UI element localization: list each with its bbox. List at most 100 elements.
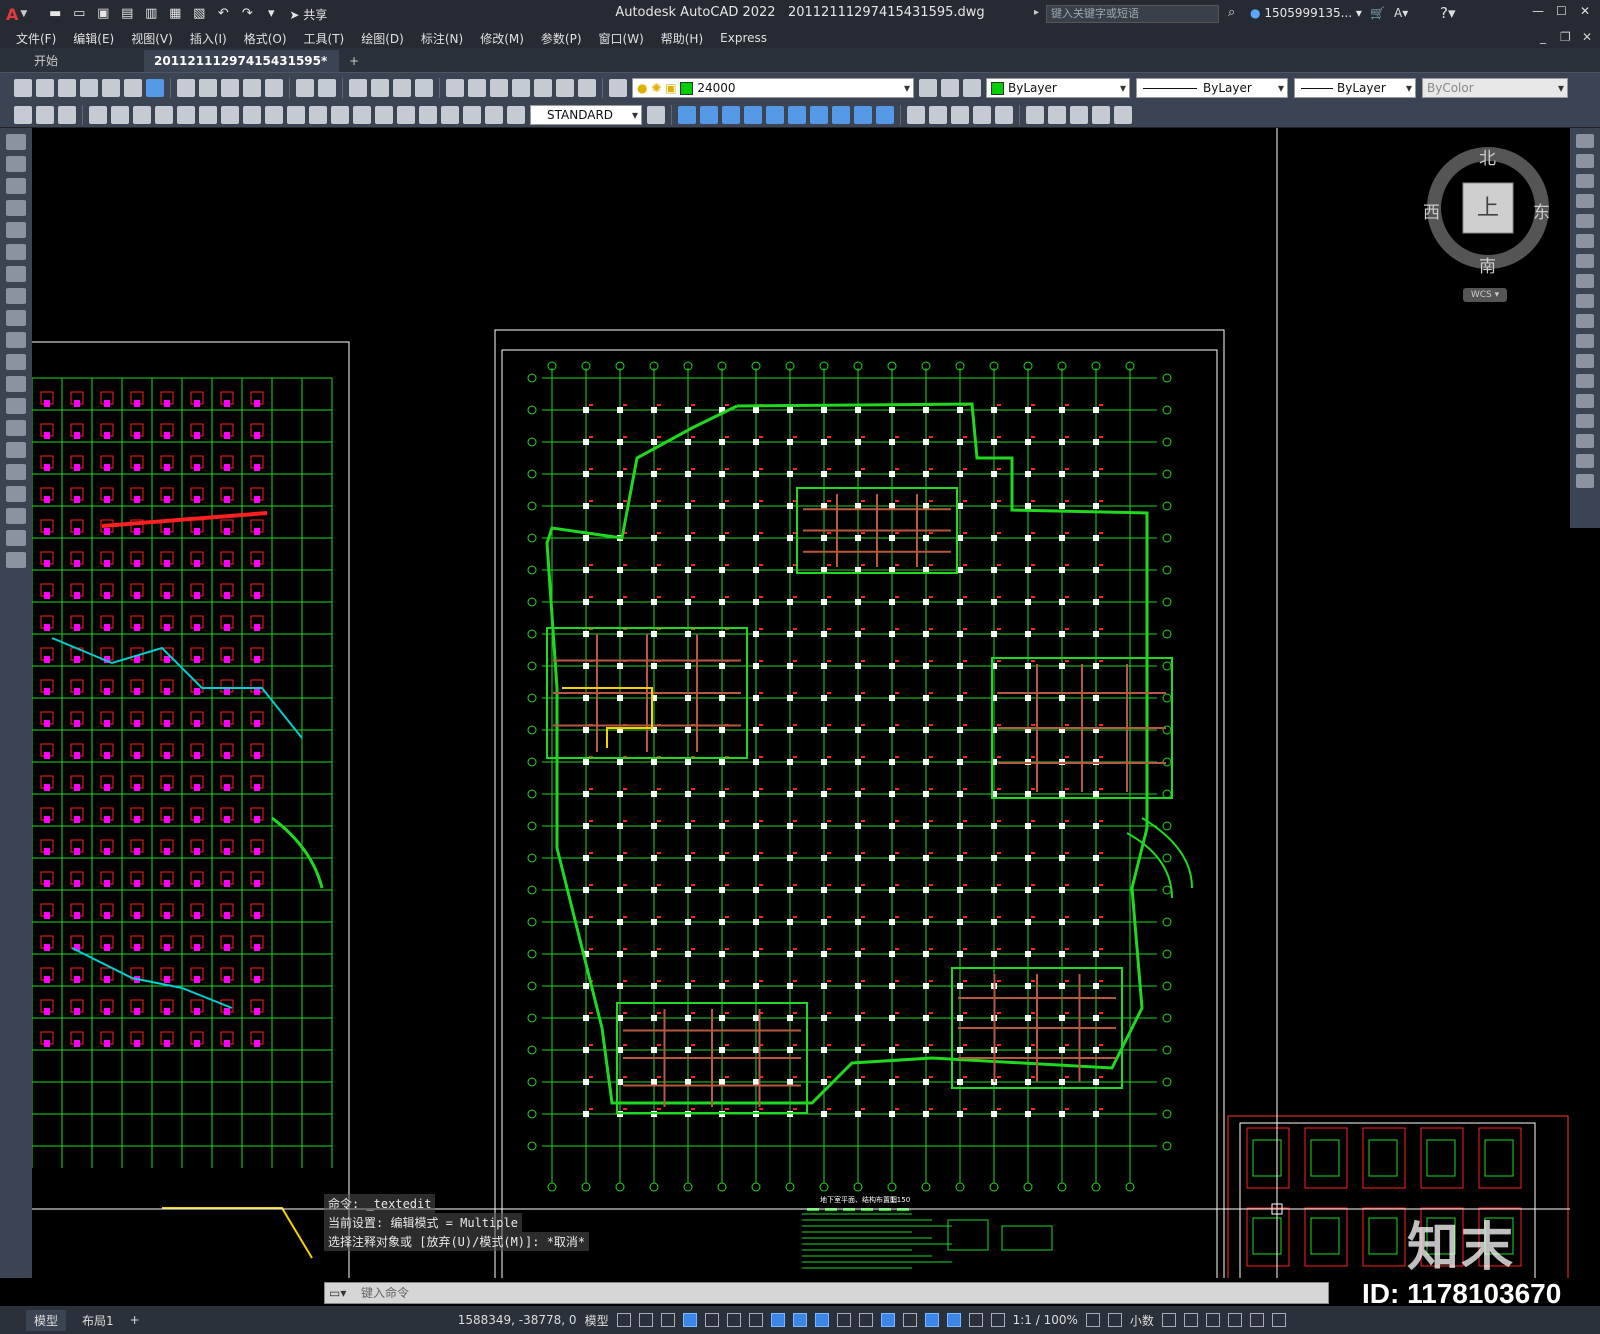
annotation-monitor-icon[interactable] (1107, 1313, 1122, 1327)
visual-style-hidden-icon[interactable] (929, 105, 947, 124)
table-tool-icon[interactable] (6, 508, 26, 524)
menu-help[interactable]: 帮助(H) (661, 30, 703, 47)
view-iso-nw-icon[interactable] (876, 105, 894, 124)
doc-restore-icon[interactable]: ❐ (1560, 30, 1571, 44)
visual-style-realistic-icon[interactable] (951, 105, 969, 124)
rectangle-tool-icon[interactable] (6, 222, 26, 238)
menu-file[interactable]: 文件(F) (16, 30, 56, 47)
inspection-icon[interactable] (419, 105, 437, 124)
object-snap-icon[interactable] (770, 1313, 785, 1327)
visual-style-manager-icon[interactable] (995, 105, 1013, 124)
search-arrow-icon[interactable]: ▸ (1034, 7, 1039, 18)
isolate-objects-icon[interactable] (1205, 1313, 1220, 1327)
pan-icon[interactable] (349, 78, 367, 97)
block-editor-icon[interactable] (265, 78, 283, 97)
menu-format[interactable]: 格式(O) (244, 30, 287, 47)
search-icon[interactable]: ⌕ (1228, 5, 1235, 20)
lock-ui-icon[interactable] (1183, 1313, 1198, 1327)
annotation-scale-value[interactable]: 1:1 / 100% (1013, 1313, 1078, 1327)
redo-icon[interactable]: ↷ (238, 6, 256, 22)
circle-tool-icon[interactable] (6, 266, 26, 282)
continue-dimension-icon[interactable] (309, 105, 327, 124)
model-space-toggle[interactable]: 模型 (585, 1312, 609, 1329)
grid-icon[interactable] (616, 1313, 631, 1327)
publish-icon[interactable] (124, 78, 142, 97)
layer-previous-icon[interactable] (941, 78, 959, 97)
open-file-icon[interactable]: ▭ (70, 6, 88, 22)
chamfer-icon[interactable] (1576, 414, 1594, 428)
view-top-icon[interactable] (722, 105, 740, 124)
layer-iso-icon[interactable] (58, 105, 76, 124)
graphics-performance-icon[interactable] (1227, 1313, 1242, 1327)
polygon-tool-icon[interactable] (6, 200, 26, 216)
view-front-icon[interactable] (678, 105, 696, 124)
quick-properties-icon[interactable] (1161, 1313, 1176, 1327)
clean-screen-icon[interactable] (1249, 1313, 1264, 1327)
linetype-dropdown[interactable]: ByLayer (1136, 77, 1288, 98)
add-selected-icon[interactable] (6, 552, 26, 568)
rotate-icon[interactable] (1576, 254, 1594, 268)
extend-icon[interactable] (1576, 334, 1594, 348)
gradient-tool-icon[interactable] (6, 464, 26, 480)
help-search-input[interactable]: 键入关键字或短语 (1046, 5, 1219, 23)
isodraft-icon[interactable] (726, 1313, 741, 1327)
auto-scale-icon[interactable] (968, 1313, 983, 1327)
cut-icon[interactable] (177, 78, 195, 97)
dimension-update-icon[interactable] (507, 105, 525, 124)
radius-dimension-icon[interactable] (177, 105, 195, 124)
view-bottom-icon[interactable] (744, 105, 762, 124)
layer-state-icon[interactable] (963, 78, 981, 97)
aligned-dimension-icon[interactable] (111, 105, 129, 124)
mirror-icon[interactable] (1576, 174, 1594, 188)
ucs-world-icon[interactable] (1048, 105, 1066, 124)
print-icon[interactable] (80, 78, 98, 97)
compass-north[interactable]: 北 (1479, 144, 1496, 169)
plot-icon[interactable]: ▧ (190, 6, 208, 22)
layer-dropdown[interactable]: ● ✺ ▣ 24000 (632, 77, 914, 98)
command-input[interactable]: ▭▾ 键入命令 (324, 1282, 1329, 1304)
cart-icon[interactable]: 🛒 (1370, 6, 1385, 20)
sheet-set-icon[interactable] (512, 78, 530, 97)
hatch-tool-icon[interactable] (6, 442, 26, 458)
share-button[interactable]: ➤ 共享 (289, 6, 327, 23)
move-icon[interactable] (1576, 234, 1594, 248)
copy-icon[interactable] (199, 78, 217, 97)
viewcube[interactable]: 北 南 西 东 上 WCS ▾ (1415, 140, 1565, 310)
doc-close-icon[interactable]: ✕ (1582, 30, 1592, 44)
help-toolbar-icon[interactable] (578, 78, 596, 97)
dimension-space-icon[interactable] (331, 105, 349, 124)
break-icon[interactable] (1576, 374, 1594, 388)
undo-icon[interactable]: ↶ (214, 6, 232, 22)
make-block-icon[interactable] (6, 398, 26, 414)
arc-tool-icon[interactable] (6, 244, 26, 260)
spline-tool-icon[interactable] (6, 310, 26, 326)
open-web-icon[interactable]: ▥ (142, 6, 160, 22)
ellipse-arc-icon[interactable] (6, 354, 26, 370)
ordinate-dimension-icon[interactable] (155, 105, 173, 124)
markup-icon[interactable] (534, 78, 552, 97)
construction-line-icon[interactable] (6, 156, 26, 172)
revision-cloud-icon[interactable] (6, 288, 26, 304)
tool-palettes-icon[interactable] (490, 78, 508, 97)
jogged-dimension-icon[interactable] (199, 105, 217, 124)
zoom-realtime-icon[interactable] (371, 78, 389, 97)
polar-tracking-icon[interactable] (704, 1313, 719, 1327)
ucs-previous-icon[interactable] (1070, 105, 1088, 124)
baseline-dimension-icon[interactable] (287, 105, 305, 124)
layout-tab-1[interactable]: 布局1 (74, 1310, 122, 1331)
point-tool-icon[interactable] (6, 420, 26, 436)
coordinates-readout[interactable]: 1588349, -38778, 0 (458, 1313, 577, 1327)
dimension-text-edit-icon[interactable] (485, 105, 503, 124)
ucs-object-icon[interactable] (1114, 105, 1132, 124)
color-dropdown[interactable]: ByLayer (986, 77, 1130, 98)
mtext-tool-icon[interactable] (6, 530, 26, 546)
ucs-face-icon[interactable] (1092, 105, 1110, 124)
dimension-edit-icon[interactable] (463, 105, 481, 124)
compass-east[interactable]: 东 (1533, 198, 1550, 223)
break-at-point-icon[interactable] (1576, 354, 1594, 368)
new-file-icon[interactable]: ▬ (46, 6, 64, 22)
gizmo-icon[interactable] (924, 1313, 939, 1327)
trim-icon[interactable] (1576, 314, 1594, 328)
add-layout-button[interactable]: + (130, 1313, 140, 1327)
layer-walk-icon[interactable] (36, 105, 54, 124)
